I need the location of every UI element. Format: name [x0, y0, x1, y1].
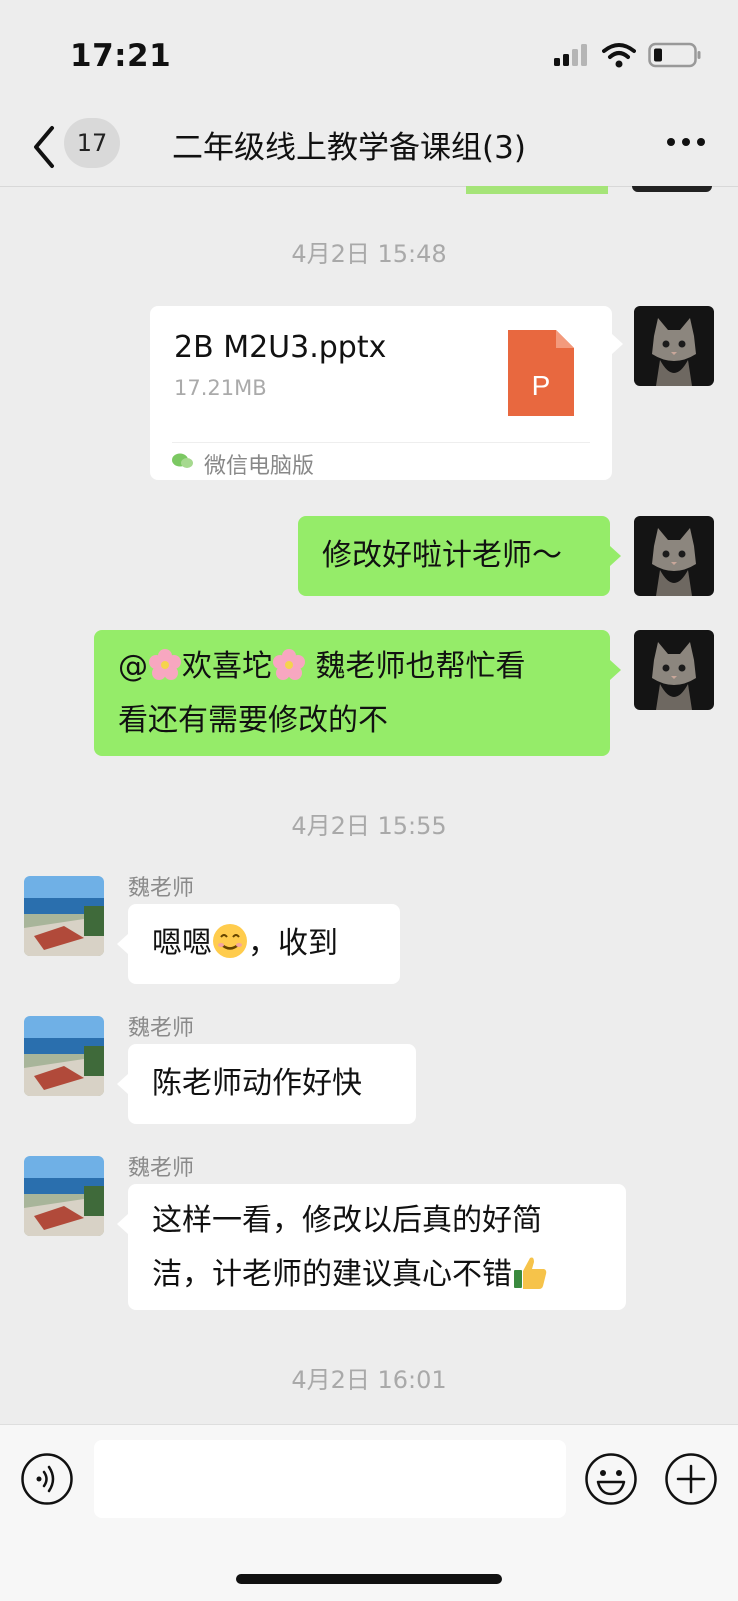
bubble-tail: [612, 334, 623, 354]
previous-avatar-edge: [632, 186, 712, 192]
message-line: 洁，计老师的建议真心不错: [152, 1248, 602, 1302]
home-indicator[interactable]: [236, 1574, 502, 1584]
status-time: 17:21: [70, 38, 172, 74]
bubble-tail: [610, 546, 621, 566]
message-bubble-outgoing[interactable]: 修改好啦计老师～: [298, 516, 610, 596]
emoji-icon[interactable]: [584, 1452, 638, 1506]
bubble-tail: [117, 934, 128, 954]
signal-icon: [554, 44, 587, 66]
avatar-sender[interactable]: [24, 876, 104, 956]
thumbs-up-emoji-icon: [514, 1257, 547, 1289]
avatar-sender[interactable]: [24, 1156, 104, 1236]
back-chevron-icon[interactable]: [30, 122, 60, 172]
ppt-file-icon: P: [508, 330, 574, 416]
timestamp: 4月2日 16:01: [291, 1366, 447, 1394]
message-bubble-incoming[interactable]: 陈老师动作好快: [128, 1044, 416, 1124]
file-size: 17.21MB: [174, 376, 267, 400]
message-bubble-incoming[interactable]: 这样一看，修改以后真的好简 洁，计老师的建议真心不错: [128, 1184, 626, 1310]
avatar-sender[interactable]: [24, 1016, 104, 1096]
status-bar: 17:21: [0, 0, 738, 110]
message-input[interactable]: [94, 1440, 566, 1518]
status-icons: [554, 40, 702, 70]
unread-badge[interactable]: 17: [64, 118, 120, 168]
wifi-icon: [602, 43, 636, 68]
timestamp: 4月2日 15:48: [291, 240, 447, 268]
chat-title: 二年级线上教学备课组(3): [172, 130, 526, 166]
message-text: 洁，计老师的建议真心不错: [152, 1257, 512, 1292]
message-line: 这样一看，修改以后真的好简: [152, 1203, 542, 1238]
voice-icon[interactable]: [20, 1452, 74, 1506]
avatar-self[interactable]: [634, 630, 714, 710]
plus-icon[interactable]: [664, 1452, 718, 1506]
file-message[interactable]: 2B M2U3.pptx 17.21MB P 微信电脑版: [150, 306, 612, 480]
flower-emoji-icon: [149, 649, 181, 680]
message-line: 看还有需要修改的不: [118, 703, 388, 738]
avatar-self[interactable]: [634, 516, 714, 596]
sender-name: 魏老师: [128, 876, 195, 901]
battery-icon: [648, 42, 701, 68]
file-source: 微信电脑版: [204, 454, 315, 479]
bubble-tail: [610, 660, 621, 680]
bubble-tail: [117, 1074, 128, 1094]
message-text: 嗯嗯: [152, 926, 212, 961]
avatar-self[interactable]: [634, 306, 714, 386]
sender-name: 魏老师: [128, 1156, 195, 1181]
message-text: 魏老师也帮忙看: [306, 649, 526, 684]
file-name: 2B M2U3.pptx: [174, 330, 387, 365]
smile-emoji-icon: [213, 924, 247, 958]
ppt-badge-letter: P: [531, 370, 551, 401]
flower-emoji-icon: [273, 649, 305, 680]
message-line: @ 欢喜坨 魏老师也帮忙看: [118, 640, 586, 694]
wechat-icon: [172, 453, 193, 468]
sender-name: 魏老师: [128, 1016, 195, 1041]
bubble-tail: [117, 1214, 128, 1234]
message-bubble-incoming[interactable]: 嗯嗯 ，收到: [128, 904, 400, 984]
timestamp: 4月2日 15:55: [291, 812, 447, 840]
message-bubble-outgoing[interactable]: @ 欢喜坨 魏老师也帮忙看 看还有需要修改的不: [94, 630, 610, 756]
mention-at: @: [118, 649, 148, 684]
mention-name: 欢喜坨: [182, 649, 272, 684]
more-icon[interactable]: [666, 136, 706, 148]
message-text: ，收到: [248, 926, 338, 961]
file-divider: [172, 442, 590, 443]
previous-message-edge: [466, 186, 608, 194]
